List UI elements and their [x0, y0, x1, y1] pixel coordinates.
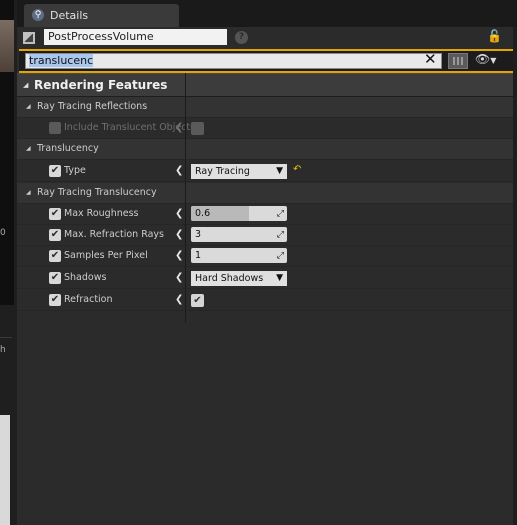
collapse-arrow-icon: ◢ [26, 103, 31, 110]
revert-arrow-icon[interactable]: ↶ [293, 164, 301, 175]
search-icon: ⚲ [32, 9, 44, 21]
view-options-icon[interactable]: 👁▼ [475, 52, 496, 66]
spin-arrows-icon[interactable]: ⤢ [277, 228, 284, 243]
prop-refraction: ✔ Refraction ❮ ✔ [17, 290, 513, 311]
max-roughness-field[interactable]: 0.6 ⤢ [191, 206, 287, 221]
spin-arrows-icon[interactable]: ⤢ [277, 207, 284, 222]
override-checkbox[interactable]: ✔ [49, 208, 61, 220]
field-value: 1 [195, 250, 202, 261]
section-label: Translucency [37, 143, 99, 154]
override-checkbox[interactable]: ✔ [49, 272, 61, 284]
section-label: Ray Tracing Translucency [37, 187, 157, 198]
object-row: PostProcessVolume ? 🔓 [17, 27, 513, 49]
reset-default-icon[interactable]: ❮ [175, 272, 183, 283]
help-icon[interactable]: ? [235, 31, 248, 44]
chevron-down-icon: ▼ [276, 166, 283, 176]
field-value: 3 [195, 229, 202, 240]
clear-search-icon[interactable]: ✕ [424, 50, 437, 68]
prop-label: Max Roughness [64, 208, 139, 219]
details-panel: PostProcessVolume ? 🔓 translucenc ✕ 👁▼ ◢… [17, 27, 513, 525]
collapse-arrow-icon: ◢ [23, 81, 29, 89]
actor-icon [23, 32, 35, 44]
reset-default-icon[interactable]: ❮ [175, 294, 183, 305]
chevron-down-icon: ▼ [490, 56, 497, 65]
prop-label: Refraction [64, 294, 113, 305]
override-checkbox[interactable]: ✔ [49, 294, 61, 306]
max-refraction-rays-field[interactable]: 3 ⤢ [191, 227, 287, 242]
refraction-value-checkbox[interactable]: ✔ [191, 294, 204, 307]
left-divider [0, 337, 12, 338]
object-name-field[interactable]: PostProcessVolume [44, 29, 227, 45]
override-checkbox[interactable]: ✔ [49, 229, 61, 241]
override-checkbox[interactable]: ✔ [49, 165, 61, 177]
section-ray-tracing-reflections[interactable]: ◢ Ray Tracing Reflections [17, 97, 513, 118]
prop-samples-per-pixel: ✔ Samples Per Pixel ❮ 1 ⤢ [17, 246, 513, 267]
override-checkbox[interactable]: ✔ [49, 250, 61, 262]
search-bar: translucenc ✕ 👁▼ [19, 49, 513, 73]
left-text-fragment: h [0, 345, 6, 355]
reset-default-icon[interactable]: ❮ [175, 229, 183, 240]
prop-type: ✔ Type ❮ Ray Tracing ▼ ↶ [17, 161, 513, 182]
search-text: translucenc [29, 54, 94, 67]
shadows-dropdown[interactable]: Hard Shadows ▼ [191, 271, 287, 286]
reset-default-icon[interactable]: ❮ [175, 208, 183, 219]
chevron-down-icon: ▼ [276, 273, 283, 283]
category-label: Rendering Features [34, 78, 168, 92]
reset-default-icon[interactable]: ❮ [175, 122, 183, 133]
prop-label: Type [64, 165, 86, 176]
tab-label: Details [50, 9, 89, 22]
lock-icon[interactable]: 🔓 [487, 29, 502, 43]
left-viewport-edge: 0 h [0, 0, 17, 525]
column-divider[interactable] [185, 73, 186, 323]
dropdown-value: Ray Tracing [195, 166, 250, 177]
value-checkbox[interactable] [191, 122, 204, 135]
search-input[interactable]: translucenc [25, 53, 442, 69]
section-ray-tracing-translucency[interactable]: ◢ Ray Tracing Translucency [17, 183, 513, 204]
prop-max-roughness: ✔ Max Roughness ❮ 0.6 ⤢ [17, 204, 513, 225]
collapse-arrow-icon: ◢ [26, 145, 31, 152]
spin-arrows-icon[interactable]: ⤢ [277, 249, 284, 264]
dropdown-value: Hard Shadows [195, 273, 264, 284]
type-dropdown[interactable]: Ray Tracing ▼ [191, 164, 287, 179]
override-checkbox[interactable] [49, 122, 61, 134]
prop-include-translucent-objects: Include Translucent Objects ❮ [17, 118, 513, 139]
tab-details[interactable]: ⚲ Details [24, 4, 179, 27]
viewport-image-fragment [0, 20, 14, 72]
prop-shadows: ✔ Shadows ❮ Hard Shadows ▼ [17, 268, 513, 289]
right-edge [513, 27, 517, 525]
prop-label: Shadows [64, 272, 107, 283]
prop-label: Max. Refraction Rays [64, 229, 164, 240]
prop-max-refraction-rays: ✔ Max. Refraction Rays ❮ 3 ⤢ [17, 225, 513, 246]
left-panel-fragment [0, 415, 10, 525]
field-value: 0.6 [195, 208, 211, 219]
samples-per-pixel-field[interactable]: 1 ⤢ [191, 248, 287, 263]
section-translucency[interactable]: ◢ Translucency [17, 139, 513, 160]
tab-bar: ⚲ Details [17, 0, 517, 27]
category-rendering-features[interactable]: ◢ Rendering Features [17, 73, 513, 97]
reset-default-icon[interactable]: ❮ [175, 165, 183, 176]
section-label: Ray Tracing Reflections [37, 101, 148, 112]
prop-label: Samples Per Pixel [64, 250, 148, 261]
viewport-text-fragment: 0 [0, 228, 6, 238]
viewport-fragment: 0 [0, 0, 14, 305]
property-matrix-icon[interactable] [448, 53, 468, 69]
reset-default-icon[interactable]: ❮ [175, 250, 183, 261]
collapse-arrow-icon: ◢ [26, 189, 31, 196]
